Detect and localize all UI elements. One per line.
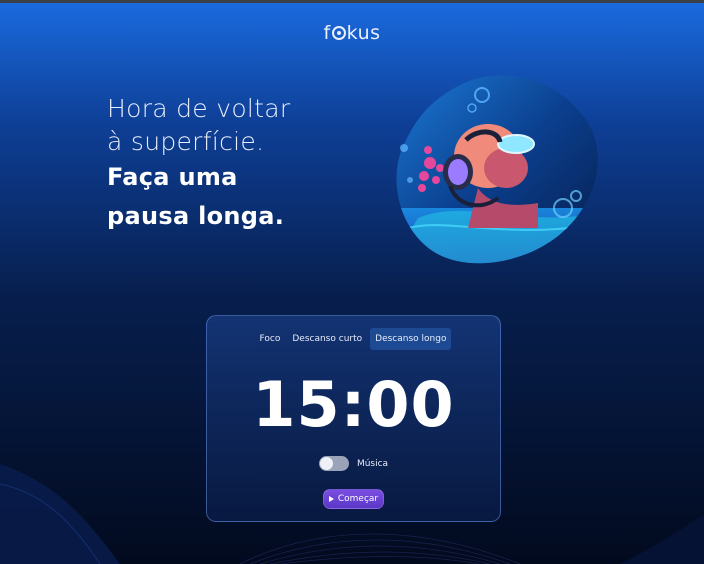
hero-image — [396, 75, 598, 264]
timer-display: 15:00 — [252, 368, 455, 441]
music-toggle-row: Música — [207, 456, 500, 471]
app-logo: f kus — [0, 22, 704, 44]
logo-o-icon — [331, 26, 346, 40]
window-top-bar — [0, 0, 704, 3]
start-button[interactable]: Começar — [323, 489, 384, 509]
toggle-knob — [319, 457, 333, 470]
timer-tabs: Foco Descanso curto Descanso longo — [207, 328, 500, 350]
headline-line-2: à superfície. — [107, 127, 265, 156]
headline-line-4: pausa longa. — [107, 202, 285, 230]
headline-line-3: Faça uma — [107, 163, 238, 191]
tab-foco[interactable]: Foco — [256, 328, 285, 350]
headline-line-1: Hora de voltar — [107, 94, 291, 123]
tab-descanso-curto[interactable]: Descanso curto — [288, 328, 366, 350]
timer-card: Foco Descanso curto Descanso longo 15:00… — [206, 315, 501, 522]
tab-descanso-longo[interactable]: Descanso longo — [370, 328, 452, 350]
logo-text-right: kus — [346, 22, 381, 44]
start-button-label: Começar — [337, 494, 379, 504]
headline: Hora de voltar à superfície. Faça uma pa… — [107, 92, 407, 236]
music-toggle-label: Música — [356, 458, 389, 469]
play-icon — [328, 496, 334, 502]
logo-text-left: f — [323, 22, 331, 44]
music-toggle[interactable] — [318, 456, 349, 471]
